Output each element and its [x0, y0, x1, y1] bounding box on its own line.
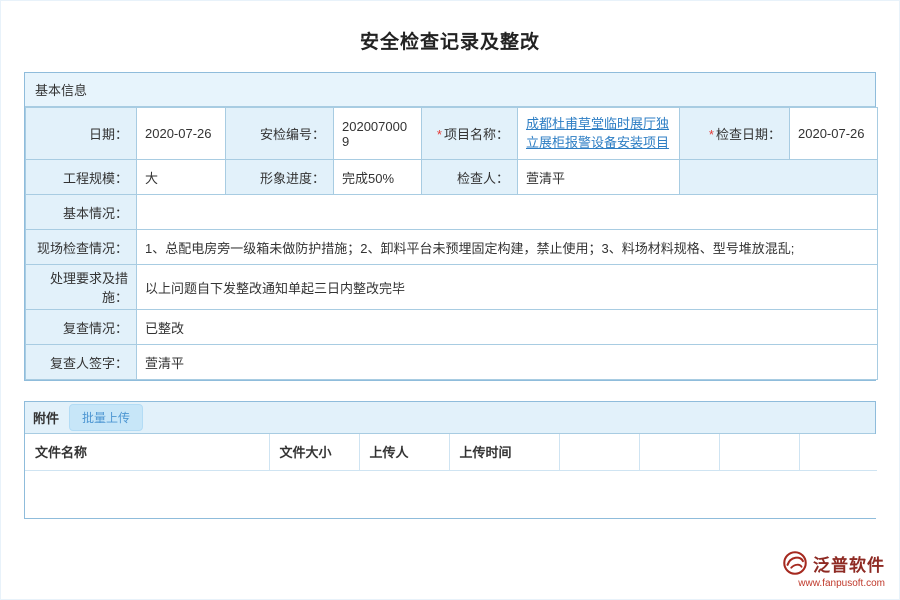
page: 安全检查记录及整改 基本信息 日期： 2020-07-26 安检编号： 2020… — [0, 0, 900, 600]
progress-label: 形象进度： — [226, 160, 334, 195]
date-value: 2020-07-26 — [137, 108, 226, 160]
table-row: 日期： 2020-07-26 安检编号： 2020070009 *项目名称： 成… — [26, 108, 878, 160]
table-row: 复查人签字： 萱清平 — [26, 345, 878, 380]
attachments-header-bar: 附件 批量上传 — [25, 402, 875, 434]
inspection-no-label: 安检编号： — [226, 108, 334, 160]
col-file-name: 文件名称 — [25, 434, 269, 470]
scale-label: 工程规模： — [26, 160, 137, 195]
requirements-value: 以上问题自下发整改通知单起三日内整改完毕 — [137, 265, 878, 310]
recheck-label: 复查情况： — [26, 310, 137, 345]
basic-info-value — [137, 195, 878, 230]
page-title: 安全检查记录及整改 — [1, 1, 899, 54]
col-file-size: 文件大小 — [269, 434, 359, 470]
basic-info-label: 基本情况： — [26, 195, 137, 230]
col-upload-time: 上传时间 — [449, 434, 559, 470]
table-row: 现场检查情况： 1、总配电房旁一级箱未做防护措施；2、卸料平台未预埋固定构建，禁… — [26, 230, 878, 265]
date-label: 日期： — [26, 108, 137, 160]
site-check-value: 1、总配电房旁一级箱未做防护措施；2、卸料平台未预埋固定构建，禁止使用；3、料场… — [137, 230, 878, 265]
col-uploader: 上传人 — [359, 434, 449, 470]
col-empty — [639, 434, 719, 470]
table-row: 复查情况： 已整改 — [26, 310, 878, 345]
brand-name[interactable]: 泛普软件 — [813, 551, 885, 576]
brand-footer: 泛普软件 www.fanpusoft.com — [781, 549, 885, 589]
attachments-empty-body — [25, 470, 877, 518]
inspector-label: 检查人： — [422, 160, 518, 195]
required-mark: * — [709, 127, 714, 142]
recheck-sign-value: 萱清平 — [137, 345, 878, 380]
requirements-label: 处理要求及措施： — [26, 265, 137, 310]
inspection-no-value: 2020070009 — [334, 108, 422, 160]
batch-upload-button[interactable]: 批量上传 — [69, 404, 143, 431]
basic-info-section: 基本信息 日期： 2020-07-26 安检编号： 2020070009 *项目… — [24, 72, 876, 381]
fanpu-logo-icon[interactable] — [781, 549, 809, 577]
check-date-label-text: 检查日期： — [716, 127, 781, 142]
check-date-value: 2020-07-26 — [790, 108, 878, 160]
col-empty — [559, 434, 639, 470]
attachments-empty-row — [25, 470, 877, 518]
recheck-value: 已整改 — [137, 310, 878, 345]
empty-cell — [680, 160, 878, 195]
brand-row: 泛普软件 — [781, 549, 885, 577]
required-mark: * — [437, 127, 442, 142]
basic-info-header: 基本信息 — [25, 73, 875, 107]
attachments-title: 附件 — [33, 408, 59, 427]
table-row: 基本情况： — [26, 195, 878, 230]
basic-info-table: 日期： 2020-07-26 安检编号： 2020070009 *项目名称： 成… — [25, 107, 878, 380]
project-name-label-text: 项目名称： — [444, 127, 509, 142]
table-row: 工程规模： 大 形象进度： 完成50% 检查人： 萱清平 — [26, 160, 878, 195]
attachments-table: 文件名称 文件大小 上传人 上传时间 — [25, 434, 877, 518]
recheck-sign-label: 复查人签字： — [26, 345, 137, 380]
check-date-label: *检查日期： — [680, 108, 790, 160]
attachments-section: 附件 批量上传 文件名称 文件大小 上传人 上传时间 — [24, 401, 876, 519]
project-name-cell: 成都杜甫草堂临时展厅独立展柜报警设备安装项目 — [518, 108, 680, 160]
col-empty — [719, 434, 799, 470]
brand-url[interactable]: www.fanpusoft.com — [781, 578, 885, 589]
project-name-link[interactable]: 成都杜甫草堂临时展厅独立展柜报警设备安装项目 — [526, 116, 669, 150]
table-row: 处理要求及措施： 以上问题自下发整改通知单起三日内整改完毕 — [26, 265, 878, 310]
col-empty — [799, 434, 877, 470]
project-name-label: *项目名称： — [422, 108, 518, 160]
attachments-header-row: 文件名称 文件大小 上传人 上传时间 — [25, 434, 877, 470]
scale-value: 大 — [137, 160, 226, 195]
inspector-value: 萱清平 — [518, 160, 680, 195]
progress-value: 完成50% — [334, 160, 422, 195]
site-check-label: 现场检查情况： — [26, 230, 137, 265]
